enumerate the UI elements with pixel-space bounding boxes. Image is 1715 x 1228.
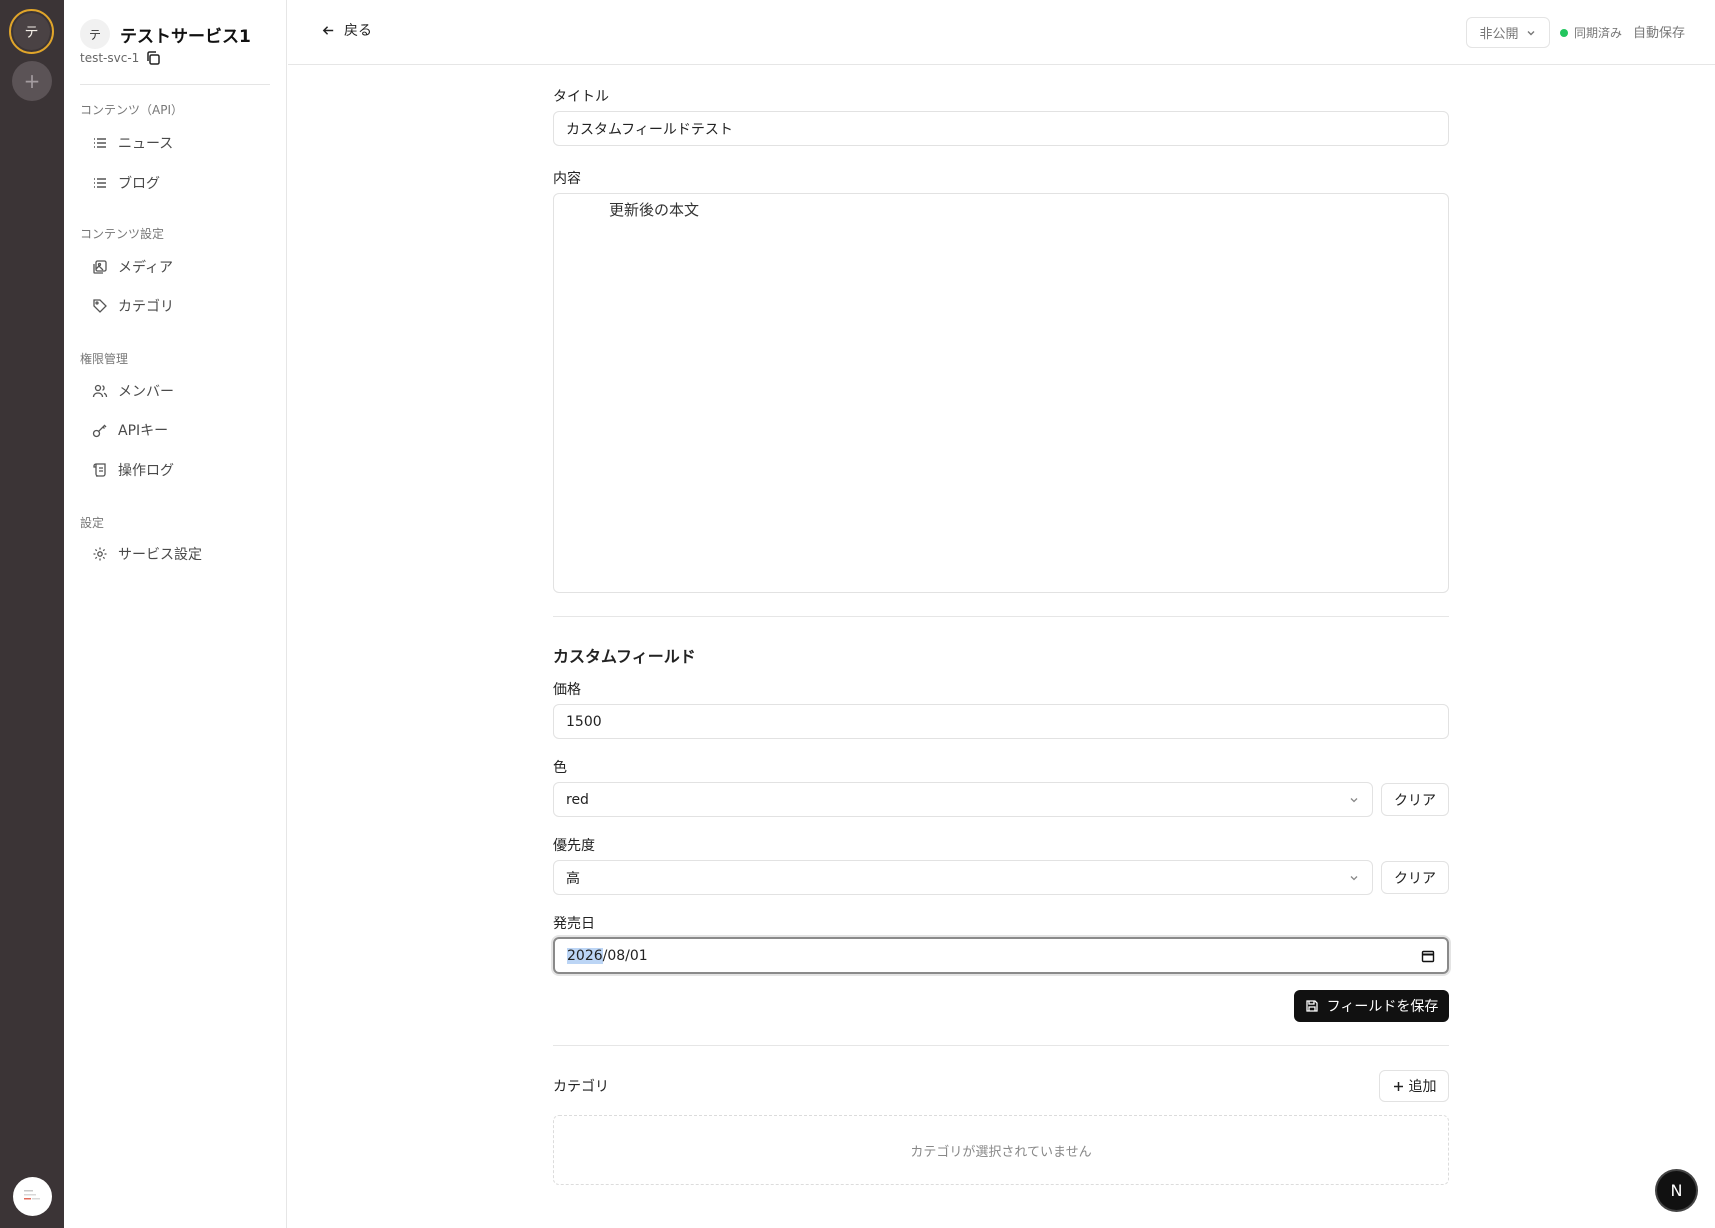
sidebar-item-members[interactable]: メンバー — [92, 376, 174, 406]
sidebar-item-blog[interactable]: ブログ — [92, 168, 160, 198]
add-category-button[interactable]: 追加 — [1379, 1070, 1449, 1102]
plus-icon — [1393, 1081, 1403, 1091]
avatar-image-icon — [23, 1189, 40, 1199]
sync-status: 同期済み — [1560, 24, 1622, 41]
add-service-button[interactable]: + — [12, 61, 52, 101]
service-switcher-active[interactable]: テ — [9, 9, 54, 54]
service-name: テストサービス1 — [120, 27, 251, 47]
dev-tools-badge-label: N — [1670, 1181, 1683, 1200]
section-divider — [553, 616, 1449, 617]
service-initial: テ — [13, 13, 50, 50]
release-date-label: 発売日 — [553, 916, 595, 932]
section-permissions: 権限管理 — [80, 352, 129, 366]
release-date-value: 2026/08/01 — [567, 947, 648, 964]
title-label: タイトル — [553, 89, 609, 105]
custom-fields-heading: カスタムフィールド — [553, 647, 696, 666]
price-value: 1500 — [566, 713, 602, 730]
category-label: カテゴリ — [553, 1079, 609, 1095]
sidebar-item-label: メディア — [118, 260, 174, 276]
chevron-down-icon — [1350, 875, 1358, 880]
price-label: 価格 — [553, 682, 581, 698]
add-label: 追加 — [1408, 1079, 1437, 1095]
autosave-label: 自動保存 — [1633, 26, 1686, 41]
sidebar-item-service-settings[interactable]: サービス設定 — [92, 539, 202, 569]
sidebar-item-api-keys[interactable]: APIキー — [92, 415, 168, 445]
title-value: カスタムフィールドテスト — [566, 121, 733, 138]
service-badge: テ — [80, 19, 110, 49]
priority-label: 優先度 — [553, 838, 595, 854]
sidebar-item-media[interactable]: メディア — [92, 252, 173, 282]
sidebar-item-label: 操作ログ — [118, 463, 174, 479]
color-select[interactable]: red — [553, 782, 1373, 817]
visibility-select[interactable]: 非公開 — [1466, 17, 1550, 48]
price-input[interactable]: 1500 — [553, 704, 1449, 739]
color-value: red — [566, 791, 589, 808]
sidebar-item-label: メンバー — [118, 384, 174, 400]
back-button[interactable]: 戻る — [321, 20, 372, 40]
sidebar-item-label: カテゴリ — [118, 299, 174, 315]
save-fields-label: フィールドを保存 — [1326, 999, 1439, 1015]
content-value: 更新後の本文 — [609, 201, 700, 219]
users-icon — [92, 383, 108, 399]
calendar-icon[interactable] — [1421, 949, 1435, 963]
clear-color-button[interactable]: クリア — [1381, 783, 1449, 816]
sidebar: テ テストサービス1 test-svc-1 コンテンツ（API） ニュース ブロ… — [64, 0, 287, 1228]
release-date-input[interactable]: 2026/08/01 — [553, 937, 1449, 974]
priority-value: 高 — [566, 870, 580, 887]
visibility-value: 非公開 — [1479, 27, 1519, 42]
chevron-down-icon — [1527, 30, 1534, 35]
service-id-row: test-svc-1 — [80, 50, 161, 66]
arrow-left-icon — [322, 25, 334, 35]
scroll-icon — [92, 462, 108, 478]
sidebar-item-category[interactable]: カテゴリ — [92, 291, 174, 321]
sidebar-item-audit-log[interactable]: 操作ログ — [92, 455, 174, 485]
release-date-rest: /08/01 — [602, 947, 648, 964]
sync-dot-icon — [1560, 28, 1568, 37]
tag-icon — [92, 298, 108, 314]
release-date-year: 2026 — [567, 947, 603, 964]
copy-icon[interactable] — [145, 50, 161, 66]
category-empty-text: カテゴリが選択されていません — [910, 1144, 1092, 1160]
top-bar: 戻る 非公開 同期済み 自動保存 — [288, 0, 1715, 65]
section-divider — [553, 1045, 1449, 1046]
plus-icon: + — [23, 69, 41, 93]
images-icon — [92, 259, 108, 275]
user-avatar[interactable] — [13, 1177, 52, 1216]
service-id: test-svc-1 — [80, 51, 140, 65]
color-label: 色 — [553, 760, 567, 776]
section-content-api: コンテンツ（API） — [80, 103, 183, 117]
save-fields-button[interactable]: フィールドを保存 — [1294, 990, 1449, 1022]
clear-priority-button[interactable]: クリア — [1381, 861, 1449, 894]
section-content-settings: コンテンツ設定 — [80, 227, 165, 241]
content-editor[interactable]: 更新後の本文 — [553, 193, 1449, 593]
workspace-rail: テ + — [0, 0, 64, 1228]
sidebar-item-label: サービス設定 — [118, 547, 202, 563]
section-settings: 設定 — [80, 516, 105, 530]
priority-select[interactable]: 高 — [553, 860, 1373, 895]
title-input[interactable]: カスタムフィールドテスト — [553, 111, 1449, 146]
list-icon — [92, 135, 108, 151]
list-icon — [92, 175, 108, 191]
back-label: 戻る — [344, 23, 372, 39]
sidebar-item-news[interactable]: ニュース — [92, 128, 173, 158]
sidebar-divider — [80, 84, 270, 85]
content-label: 内容 — [553, 171, 581, 187]
dev-tools-badge[interactable]: N — [1657, 1171, 1696, 1210]
sidebar-item-label: ブログ — [118, 176, 160, 192]
category-empty-state: カテゴリが選択されていません — [553, 1115, 1449, 1185]
save-icon — [1305, 1000, 1318, 1012]
chevron-down-icon — [1350, 797, 1358, 802]
sidebar-item-label: APIキー — [118, 423, 169, 439]
sidebar-item-label: ニュース — [118, 136, 174, 152]
gear-icon — [92, 546, 108, 562]
key-icon — [92, 422, 108, 438]
sync-status-text: 同期済み — [1574, 26, 1623, 40]
